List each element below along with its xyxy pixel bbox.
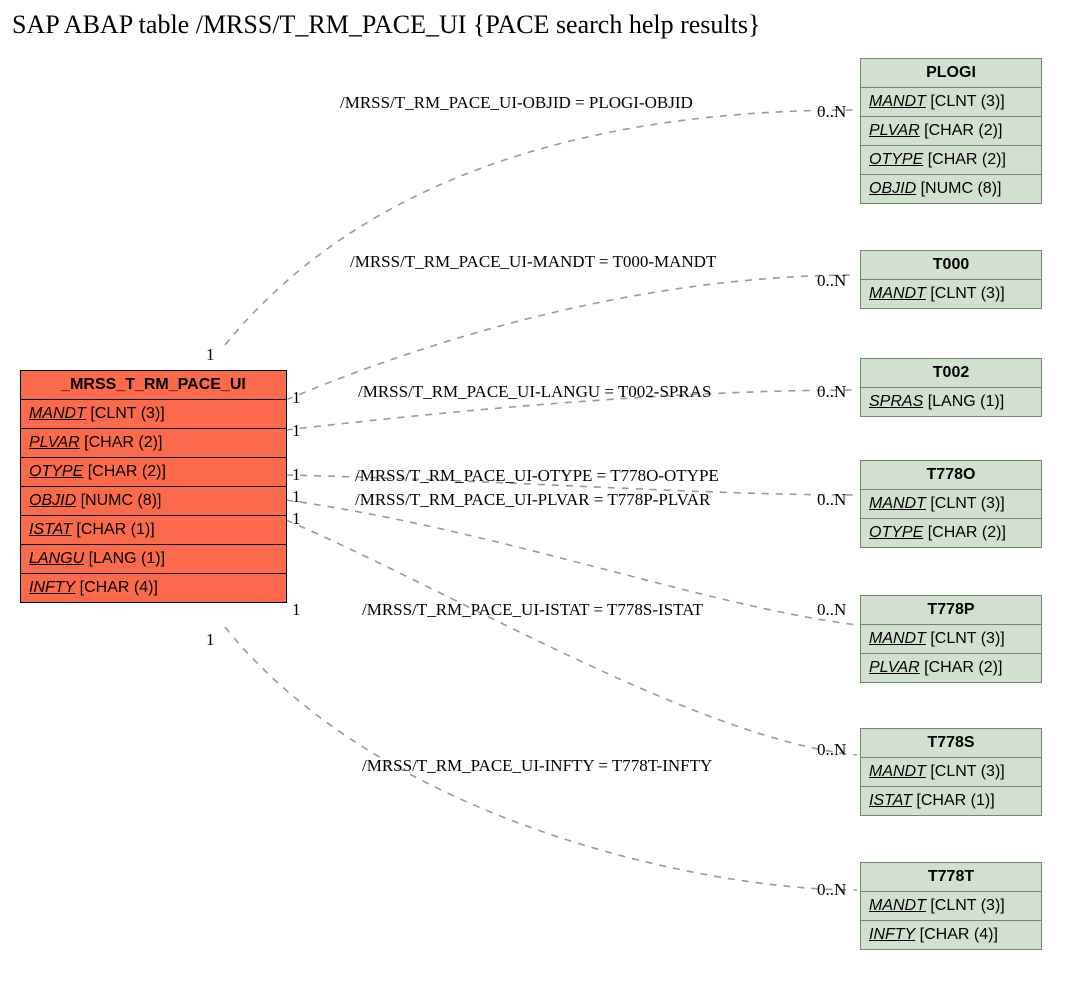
- entity-name: T778S: [861, 729, 1041, 758]
- entity-plogi: PLOGI MANDT [CLNT (3)] PLVAR [CHAR (2)] …: [860, 58, 1042, 204]
- entity-field: INFTY [CHAR (4)]: [861, 921, 1041, 949]
- entity-t778s: T778S MANDT [CLNT (3)] ISTAT [CHAR (1)]: [860, 728, 1042, 816]
- relation-label: /MRSS/T_RM_PACE_UI-PLVAR = T778P-PLVAR: [355, 490, 710, 510]
- entity-field: ISTAT [CHAR (1)]: [861, 787, 1041, 815]
- card-left: 1: [292, 600, 301, 620]
- page-title: SAP ABAP table /MRSS/T_RM_PACE_UI {PACE …: [12, 10, 760, 40]
- entity-field: ISTAT [CHAR (1)]: [21, 516, 286, 545]
- card-right: 0..N: [817, 102, 846, 122]
- entity-field: SPRAS [LANG (1)]: [861, 388, 1041, 416]
- entity-field: OTYPE [CHAR (2)]: [861, 519, 1041, 547]
- entity-field: MANDT [CLNT (3)]: [21, 400, 286, 429]
- entity-name: T778T: [861, 863, 1041, 892]
- card-right: 0..N: [817, 271, 846, 291]
- card-left: 1: [206, 345, 215, 365]
- card-right: 0..N: [817, 880, 846, 900]
- entity-name: T000: [861, 251, 1041, 280]
- card-left: 1: [292, 465, 301, 485]
- relation-label: /MRSS/T_RM_PACE_UI-ISTAT = T778S-ISTAT: [362, 600, 703, 620]
- relation-label: /MRSS/T_RM_PACE_UI-OBJID = PLOGI-OBJID: [340, 93, 693, 113]
- entity-field: OTYPE [CHAR (2)]: [21, 458, 286, 487]
- relation-label: /MRSS/T_RM_PACE_UI-MANDT = T000-MANDT: [350, 252, 716, 272]
- entity-field: OTYPE [CHAR (2)]: [861, 146, 1041, 175]
- relation-label: /MRSS/T_RM_PACE_UI-OTYPE = T778O-OTYPE: [355, 466, 719, 486]
- entity-field: OBJID [NUMC (8)]: [21, 487, 286, 516]
- entity-name: T778P: [861, 596, 1041, 625]
- entity-name: T778O: [861, 461, 1041, 490]
- entity-field: MANDT [CLNT (3)]: [861, 758, 1041, 787]
- card-right: 0..N: [817, 600, 846, 620]
- entity-field: MANDT [CLNT (3)]: [861, 88, 1041, 117]
- entity-main-name: _MRSS_T_RM_PACE_UI: [21, 371, 286, 400]
- card-right: 0..N: [817, 740, 846, 760]
- relation-label: /MRSS/T_RM_PACE_UI-INFTY = T778T-INFTY: [362, 756, 712, 776]
- entity-field: INFTY [CHAR (4)]: [21, 574, 286, 602]
- entity-t000: T000 MANDT [CLNT (3)]: [860, 250, 1042, 309]
- card-left: 1: [292, 487, 301, 507]
- card-right: 0..N: [817, 382, 846, 402]
- entity-t002: T002 SPRAS [LANG (1)]: [860, 358, 1042, 417]
- entity-t778p: T778P MANDT [CLNT (3)] PLVAR [CHAR (2)]: [860, 595, 1042, 683]
- entity-field: PLVAR [CHAR (2)]: [861, 117, 1041, 146]
- card-left: 1: [206, 630, 215, 650]
- entity-field: OBJID [NUMC (8)]: [861, 175, 1041, 203]
- entity-field: PLVAR [CHAR (2)]: [21, 429, 286, 458]
- entity-t778t: T778T MANDT [CLNT (3)] INFTY [CHAR (4)]: [860, 862, 1042, 950]
- entity-field: MANDT [CLNT (3)]: [861, 625, 1041, 654]
- entity-field: MANDT [CLNT (3)]: [861, 892, 1041, 921]
- entity-main: _MRSS_T_RM_PACE_UI MANDT [CLNT (3)] PLVA…: [20, 370, 287, 603]
- entity-field: PLVAR [CHAR (2)]: [861, 654, 1041, 682]
- card-left: 1: [292, 509, 301, 529]
- card-right: 0..N: [817, 490, 846, 510]
- entity-field: MANDT [CLNT (3)]: [861, 490, 1041, 519]
- relation-label: /MRSS/T_RM_PACE_UI-LANGU = T002-SPRAS: [358, 382, 711, 402]
- entity-name: PLOGI: [861, 59, 1041, 88]
- entity-field: MANDT [CLNT (3)]: [861, 280, 1041, 308]
- card-left: 1: [292, 388, 301, 408]
- er-diagram: SAP ABAP table /MRSS/T_RM_PACE_UI {PACE …: [0, 0, 1079, 999]
- entity-t778o: T778O MANDT [CLNT (3)] OTYPE [CHAR (2)]: [860, 460, 1042, 548]
- card-left: 1: [292, 421, 301, 441]
- entity-name: T002: [861, 359, 1041, 388]
- entity-field: LANGU [LANG (1)]: [21, 545, 286, 574]
